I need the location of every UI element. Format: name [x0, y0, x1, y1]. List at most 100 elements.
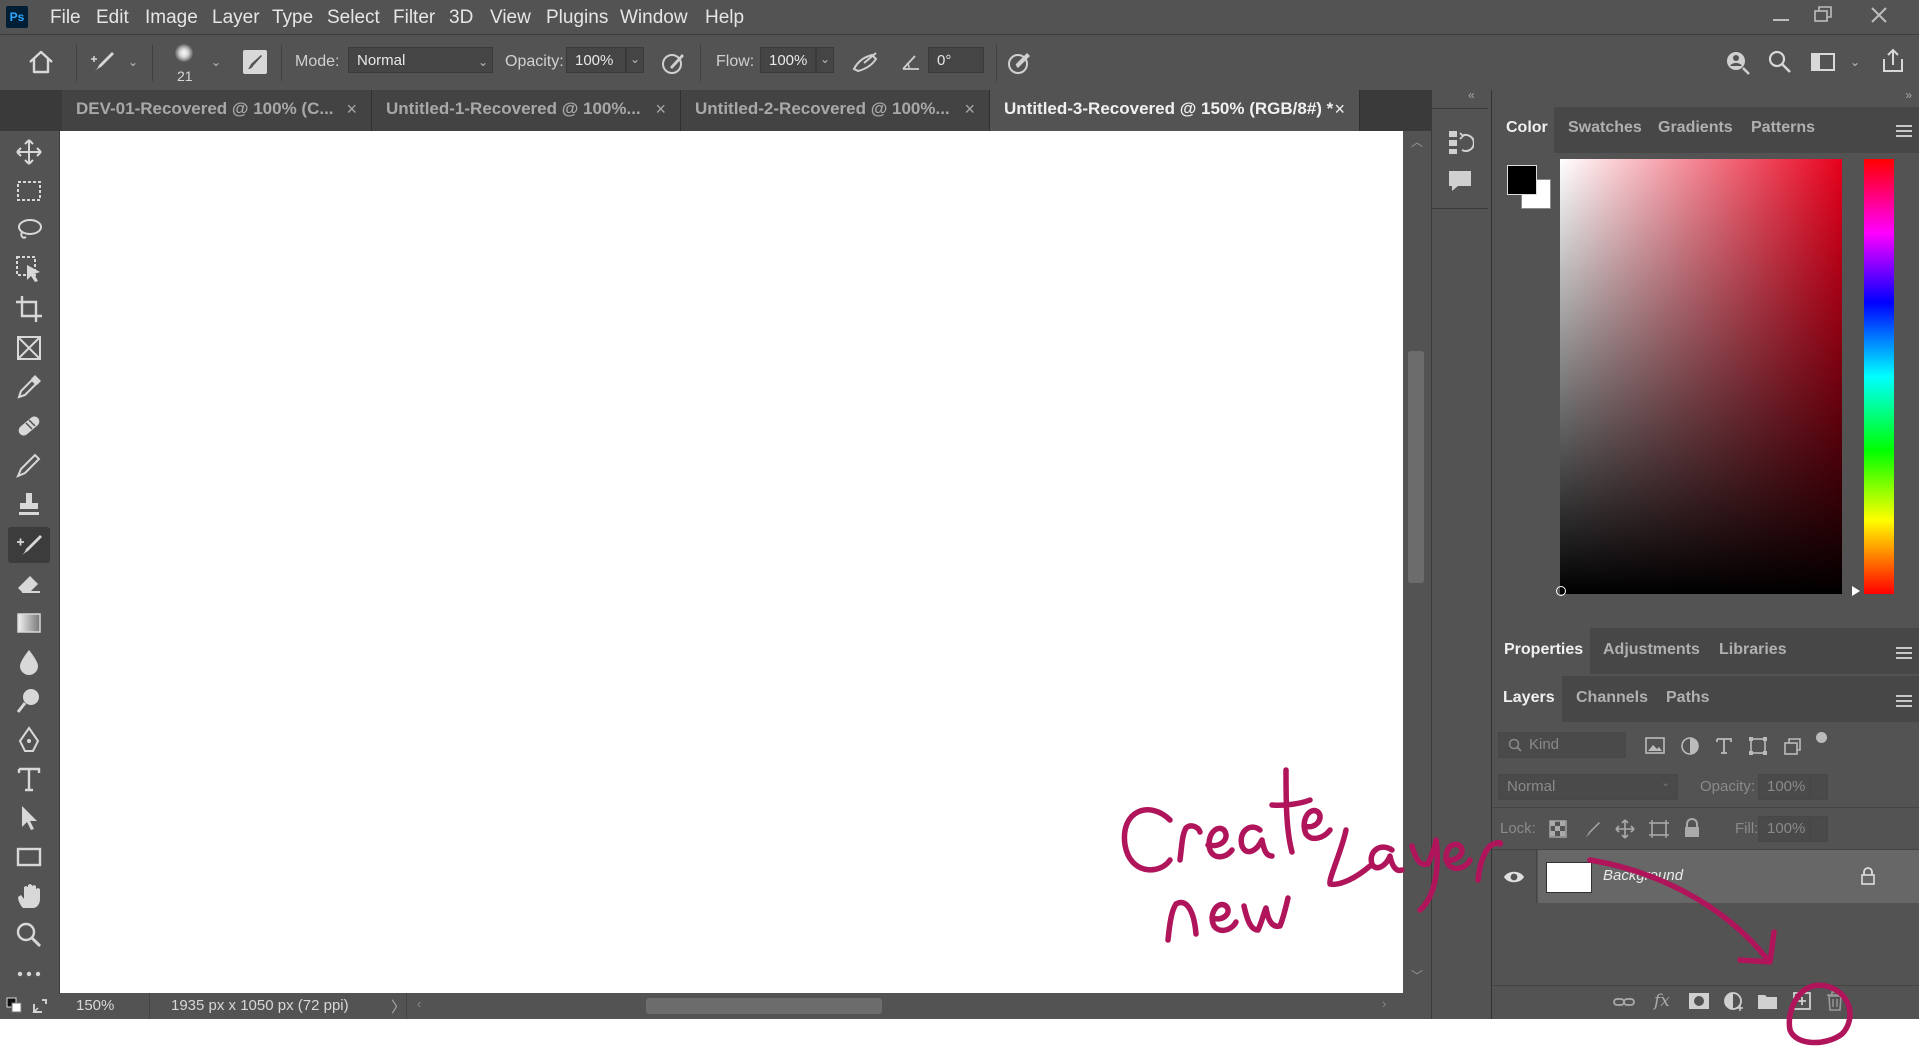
menu-select[interactable]: Select [327, 7, 380, 29]
brush-tool-icon[interactable] [14, 450, 44, 480]
new-adjustment-layer-icon[interactable] [1723, 991, 1745, 1013]
pressure-size-icon[interactable] [1006, 49, 1034, 77]
restore-icon[interactable] [1813, 4, 1833, 28]
layer-filter-select[interactable]: Kind [1498, 732, 1626, 758]
close-tab-icon[interactable]: × [964, 99, 975, 120]
opacity-input[interactable]: 100% [566, 47, 626, 73]
lock-artboard-icon[interactable] [1648, 819, 1670, 839]
zoom-level[interactable]: 150% [76, 997, 114, 1014]
menu-window[interactable]: Window [620, 7, 688, 29]
brush-settings-icon[interactable] [243, 50, 267, 74]
tab-properties[interactable]: Properties [1504, 641, 1583, 659]
zoom-tool-icon[interactable] [14, 920, 44, 950]
tab-patterns[interactable]: Patterns [1751, 119, 1815, 137]
tab-libraries[interactable]: Libraries [1719, 641, 1787, 659]
visibility-eye-icon[interactable] [1503, 869, 1525, 885]
more-tools-icon[interactable] [14, 959, 44, 989]
history-icon[interactable] [1446, 128, 1474, 156]
dodge-tool-icon[interactable] [14, 686, 44, 716]
vertical-scrollbar[interactable]: ︿ ﹀ [1403, 131, 1431, 993]
type-tool-icon[interactable] [14, 764, 44, 794]
workspace-icon[interactable] [1810, 50, 1836, 74]
tab-dev-01[interactable]: DEV-01-Recovered @ 100% (C... × [62, 90, 372, 131]
close-icon[interactable] [1868, 4, 1890, 28]
chevron-down-icon[interactable]: ⌄ [128, 55, 138, 69]
hand-tool-icon[interactable] [14, 881, 44, 911]
filter-shape-icon[interactable] [1748, 736, 1768, 756]
collapse-dock-icon[interactable]: « [1468, 88, 1475, 102]
close-tab-icon[interactable]: × [346, 99, 357, 120]
foreground-color-swatch[interactable] [1507, 165, 1537, 195]
learn-search-icon[interactable] [1723, 49, 1751, 77]
tab-color[interactable]: Color [1506, 119, 1548, 137]
fill-dropdown[interactable] [1810, 816, 1828, 842]
lock-image-icon[interactable] [1582, 819, 1602, 839]
menu-layer[interactable]: Layer [212, 7, 260, 29]
chevron-down-icon[interactable]: ⌄ [1850, 55, 1860, 69]
filter-toggle-icon[interactable] [1816, 732, 1827, 743]
menu-edit[interactable]: Edit [96, 7, 129, 29]
color-picker-field[interactable] [1560, 159, 1842, 594]
healing-brush-tool-icon[interactable] [14, 411, 44, 441]
crop-tool-icon[interactable] [14, 294, 44, 324]
color-picker-cursor[interactable] [1556, 586, 1566, 596]
menu-file[interactable]: File [50, 7, 81, 29]
blend-mode-select[interactable]: Normal [1498, 774, 1678, 800]
tab-paths[interactable]: Paths [1666, 689, 1710, 707]
tab-gradients[interactable]: Gradients [1658, 119, 1733, 137]
home-icon[interactable] [27, 49, 55, 75]
document-canvas[interactable] [60, 131, 1403, 993]
tab-untitled-3[interactable]: Untitled-3-Recovered @ 150% (RGB/8#) * × [990, 90, 1360, 131]
horizontal-scrollbar-thumb[interactable] [646, 998, 882, 1014]
layer-opacity-dropdown[interactable] [1810, 774, 1828, 800]
status-menu-icon[interactable]: 〉 [391, 996, 406, 1017]
menu-3d[interactable]: 3D [449, 7, 473, 29]
share-icon[interactable] [1880, 47, 1906, 75]
new-layer-icon[interactable] [1791, 990, 1813, 1012]
tab-adjustments[interactable]: Adjustments [1603, 641, 1700, 659]
minimize-icon[interactable] [1772, 4, 1790, 28]
filter-type-icon[interactable] [1715, 736, 1733, 756]
close-tab-icon[interactable]: × [1334, 99, 1345, 120]
gradient-tool-icon[interactable] [14, 608, 44, 638]
brush-size-preview[interactable] [175, 44, 193, 62]
menu-image[interactable]: Image [145, 7, 198, 29]
opacity-dropdown[interactable]: ⌄ [626, 47, 644, 73]
lock-position-icon[interactable] [1615, 819, 1635, 839]
lock-transparent-icon[interactable] [1549, 820, 1567, 838]
layer-lock-icon[interactable] [1860, 867, 1876, 885]
clone-stamp-tool-icon[interactable] [14, 489, 44, 519]
blur-tool-icon[interactable] [14, 647, 44, 677]
flow-input[interactable]: 100% [760, 47, 816, 73]
menu-type[interactable]: Type [272, 7, 313, 29]
menu-plugins[interactable]: Plugins [546, 7, 608, 29]
scroll-left-icon[interactable]: ‹ [417, 996, 421, 1011]
swap-colors-icon[interactable] [30, 996, 50, 1016]
frame-tool-icon[interactable] [14, 333, 44, 363]
tab-untitled-1[interactable]: Untitled-1-Recovered @ 100%... × [372, 90, 681, 131]
pen-tool-icon[interactable] [14, 725, 44, 755]
pressure-opacity-icon[interactable] [660, 49, 688, 77]
move-tool-icon[interactable] [14, 137, 44, 167]
collapse-panels-icon[interactable]: » [1905, 88, 1912, 102]
scrollbar-thumb[interactable] [1408, 351, 1424, 583]
tab-layers[interactable]: Layers [1503, 689, 1555, 707]
scroll-right-icon[interactable]: › [1382, 996, 1386, 1011]
mode-select[interactable]: Normal [348, 47, 493, 73]
rectangle-tool-icon[interactable] [14, 842, 44, 872]
marquee-tool-icon[interactable] [14, 176, 44, 206]
tab-channels[interactable]: Channels [1576, 689, 1648, 707]
path-selection-tool-icon[interactable] [14, 803, 44, 833]
menu-view[interactable]: View [490, 7, 531, 29]
panel-menu-icon[interactable] [1896, 125, 1912, 137]
airbrush-icon[interactable] [850, 49, 880, 77]
angle-input[interactable]: 0° [928, 47, 984, 73]
mixer-brush-tool-icon[interactable] [14, 530, 44, 560]
menu-help[interactable]: Help [705, 7, 744, 29]
tab-swatches[interactable]: Swatches [1568, 119, 1642, 137]
eyedropper-tool-icon[interactable] [14, 372, 44, 402]
link-layers-icon[interactable] [1612, 994, 1636, 1010]
layer-style-fx-icon[interactable]: fx [1654, 991, 1670, 1011]
comments-icon[interactable] [1446, 168, 1474, 194]
scroll-down-icon[interactable]: ﹀ [1411, 967, 1423, 984]
